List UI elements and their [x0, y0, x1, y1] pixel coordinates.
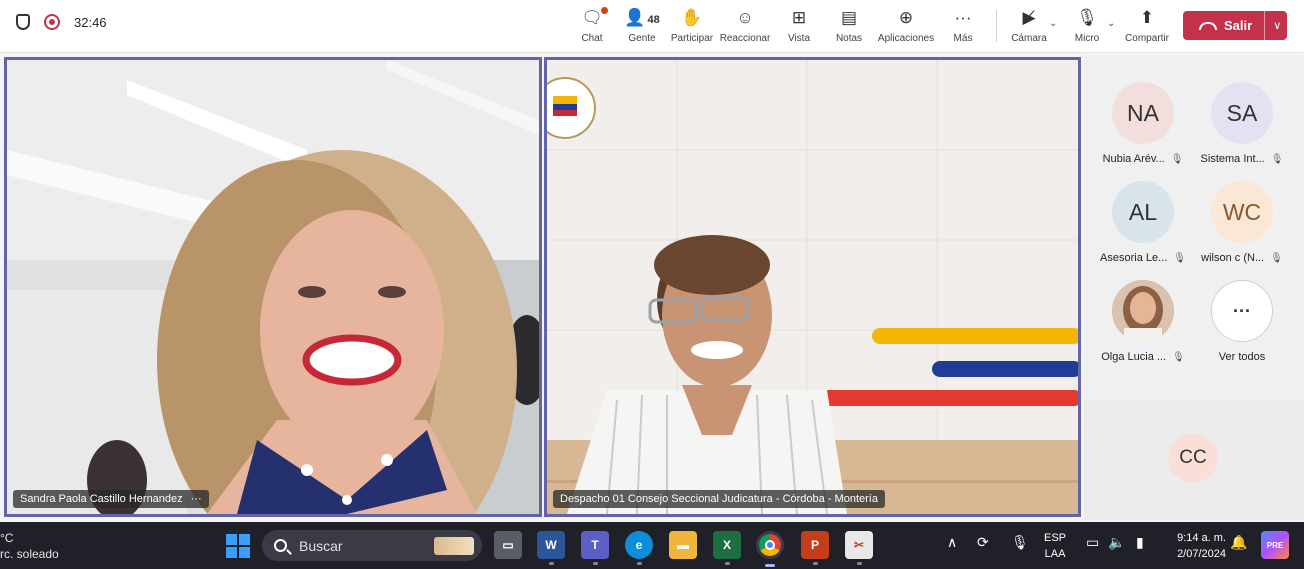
- copilot-icon[interactable]: PRE: [1261, 531, 1289, 559]
- more-button[interactable]: ··· Más: [933, 7, 993, 44]
- weather-widget[interactable]: °C rc. soleado: [0, 530, 59, 562]
- excel-icon[interactable]: X: [713, 531, 741, 559]
- task-view-icon[interactable]: ▭: [494, 531, 522, 559]
- snipping-tool-icon[interactable]: ✂: [845, 531, 873, 559]
- people-count: 48: [647, 14, 660, 26]
- video-tile-sandra[interactable]: Sandra Paola Castillo Hernandez ···: [4, 57, 542, 517]
- chevron-down-icon[interactable]: ∨: [1273, 19, 1281, 32]
- avatar: SA: [1211, 82, 1273, 144]
- mic-off-icon: 🎙: [1270, 253, 1283, 264]
- see-all-button[interactable]: ··· Ver todos: [1192, 280, 1292, 363]
- chevron-up-icon[interactable]: ∧: [947, 534, 957, 551]
- network-icon[interactable]: ▭: [1086, 534, 1099, 551]
- participant-name-label: Despacho 01 Consejo Seccional Judicatura…: [553, 490, 885, 508]
- raise-hand-button[interactable]: ✋ Participar: [662, 7, 722, 44]
- avatar: WC: [1211, 181, 1273, 243]
- video-tile-despacho[interactable]: Despacho 01 Consejo Seccional Judicatura…: [544, 57, 1081, 517]
- edge-icon[interactable]: e: [625, 531, 653, 559]
- share-icon: ⬆: [1139, 8, 1155, 27]
- people-icon: 👤: [624, 8, 646, 27]
- self-view-tile[interactable]: CC: [1084, 400, 1304, 520]
- avatar-photo: [1112, 280, 1174, 342]
- smile-icon: ☺: [736, 8, 754, 27]
- leave-button[interactable]: Salir ∨: [1183, 11, 1287, 40]
- mic-off-icon: 🎙: [1173, 253, 1186, 264]
- sync-icon[interactable]: ⟳: [977, 534, 989, 551]
- file-explorer-icon[interactable]: ▬: [669, 531, 697, 559]
- apps-button[interactable]: ⊕ Aplicaciones: [876, 7, 936, 44]
- system-clock[interactable]: 9:14 a. m. 2/07/2024: [1162, 530, 1226, 562]
- participants-panel: NA Nubia Arév... 🎙 SA Sistema Int... 🎙 AL …: [1084, 55, 1304, 520]
- notes-button[interactable]: ▤ Notas: [819, 7, 879, 44]
- shield-icon[interactable]: [16, 14, 30, 30]
- windows-taskbar: °C rc. soleado Buscar ▭ W T e ▬ X P ✂ ∧ …: [0, 522, 1304, 569]
- participant-tile[interactable]: NA Nubia Arév... 🎙: [1093, 82, 1193, 165]
- battery-icon[interactable]: ▮: [1136, 534, 1144, 551]
- participant-tile[interactable]: AL Asesoria Le... 🎙: [1093, 181, 1193, 264]
- recording-icon: [44, 14, 60, 30]
- mic-off-icon: 🎙: [1270, 154, 1284, 165]
- notes-icon: ▤: [840, 8, 858, 27]
- mic-off-icon: 🎙: [1170, 154, 1184, 165]
- avatar: AL: [1112, 181, 1174, 243]
- phone-icon: [1199, 21, 1217, 30]
- meeting-toolbar: 32:46 🗨 Chat 👤 48 Gente ✋ Participar ☺ Re…: [0, 0, 1304, 53]
- meeting-timer: 32:46: [74, 14, 107, 30]
- search-highlight-icon: [434, 536, 474, 555]
- teams-icon[interactable]: T: [581, 531, 609, 559]
- participant-video: [7, 60, 539, 514]
- more-icon: ···: [1211, 280, 1273, 342]
- participant-name-label: Sandra Paola Castillo Hernandez ···: [13, 490, 209, 508]
- react-button[interactable]: ☺ Reaccionar: [715, 7, 775, 44]
- avatar: CC: [1168, 433, 1218, 483]
- meeting-status: 32:46: [16, 14, 107, 30]
- notification-icon[interactable]: 🔔: [1230, 534, 1247, 551]
- search-icon: [274, 539, 287, 552]
- chrome-icon[interactable]: [756, 531, 784, 567]
- raise-hand-icon: ✋: [681, 8, 703, 27]
- more-icon: ···: [954, 8, 972, 27]
- search-box[interactable]: Buscar: [262, 530, 482, 561]
- participant-tile[interactable]: Olga Lucia ... 🎙: [1093, 280, 1193, 363]
- share-button[interactable]: ⬆ Compartir: [1117, 7, 1177, 44]
- participant-tile[interactable]: SA Sistema Int... 🎙: [1192, 82, 1292, 165]
- microphone-icon[interactable]: 🎙: [1011, 534, 1029, 551]
- profile-photo: [1112, 280, 1174, 342]
- unread-badge: [601, 7, 608, 14]
- participant-tile[interactable]: WC wilson c (N... 🎙: [1192, 181, 1292, 264]
- powerpoint-icon[interactable]: P: [801, 531, 829, 559]
- language-indicator[interactable]: ESP LAA: [1044, 530, 1066, 562]
- avatar: NA: [1112, 82, 1174, 144]
- windows-start-icon[interactable]: [226, 534, 250, 558]
- volume-icon[interactable]: 🔈: [1108, 534, 1125, 551]
- chevron-down-icon[interactable]: ⌄: [1107, 18, 1115, 29]
- toolbar-divider: [996, 10, 997, 42]
- word-icon[interactable]: W: [537, 531, 565, 559]
- participant-video: [547, 60, 1078, 514]
- more-options-icon[interactable]: ···: [191, 493, 202, 505]
- plus-icon: ⊕: [898, 8, 914, 27]
- mic-off-icon: 🎙: [1172, 352, 1185, 363]
